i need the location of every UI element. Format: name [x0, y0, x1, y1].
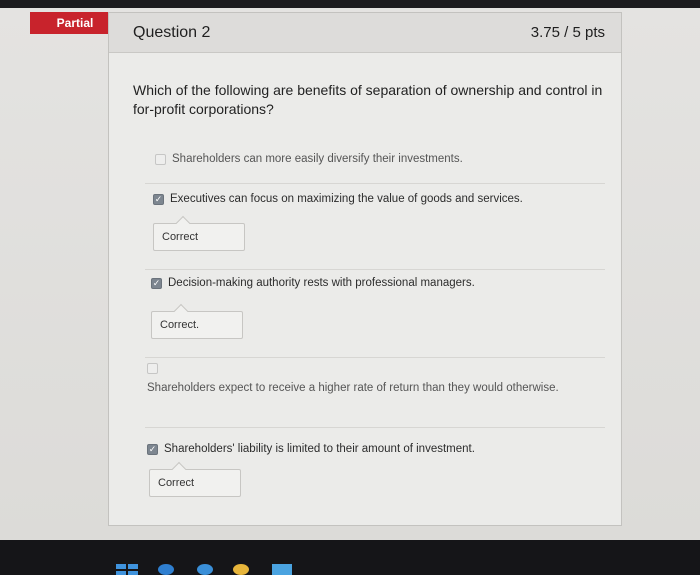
checkbox-checked-icon[interactable]: ✓ [147, 443, 158, 455]
answer-text: Decision-making authority rests with pro… [168, 277, 475, 289]
question-header: Question 2 3.75 / 5 pts [109, 13, 621, 53]
question-card: Question 2 3.75 / 5 pts Which of the fol… [108, 12, 622, 526]
edge-browser-icon[interactable] [158, 564, 174, 575]
checkbox-checked-icon[interactable]: ✓ [153, 193, 164, 205]
divider [145, 357, 605, 358]
answer-option-1[interactable]: Shareholders can more easily diversify t… [155, 153, 463, 165]
question-title: Question 2 [133, 23, 211, 41]
checkbox-icon[interactable] [155, 153, 166, 165]
answer-option-5[interactable]: ✓ Shareholders' liability is limited to … [147, 443, 475, 455]
question-prompt: Which of the following are benefits of s… [133, 82, 603, 117]
taskbar [0, 540, 700, 575]
answer-text: Shareholders expect to receive a higher … [147, 382, 559, 394]
checkbox-icon[interactable] [147, 363, 158, 374]
answer-option-2[interactable]: ✓ Executives can focus on maximizing the… [153, 193, 523, 205]
divider [145, 269, 605, 270]
correct-feedback: Correct [149, 469, 241, 497]
screen-bezel [0, 0, 700, 8]
divider [145, 427, 605, 428]
answer-option-3[interactable]: ✓ Decision-making authority rests with p… [151, 277, 475, 289]
correct-feedback: Correct. [151, 311, 243, 339]
divider [145, 183, 605, 184]
correct-feedback: Correct [153, 223, 245, 251]
answer-text: Shareholders' liability is limited to th… [164, 443, 475, 455]
browser-icon[interactable] [197, 564, 213, 575]
chrome-icon[interactable] [233, 564, 249, 575]
question-points: 3.75 / 5 pts [530, 24, 605, 41]
answer-text: Executives can focus on maximizing the v… [170, 193, 523, 205]
app-icon[interactable] [272, 564, 292, 575]
checkbox-checked-icon[interactable]: ✓ [151, 277, 162, 289]
answer-option-4[interactable]: Shareholders expect to receive a higher … [147, 363, 607, 394]
status-badge: Partial [30, 12, 120, 34]
windows-start-icon[interactable] [116, 564, 138, 575]
answer-text: Shareholders can more easily diversify t… [172, 153, 463, 165]
